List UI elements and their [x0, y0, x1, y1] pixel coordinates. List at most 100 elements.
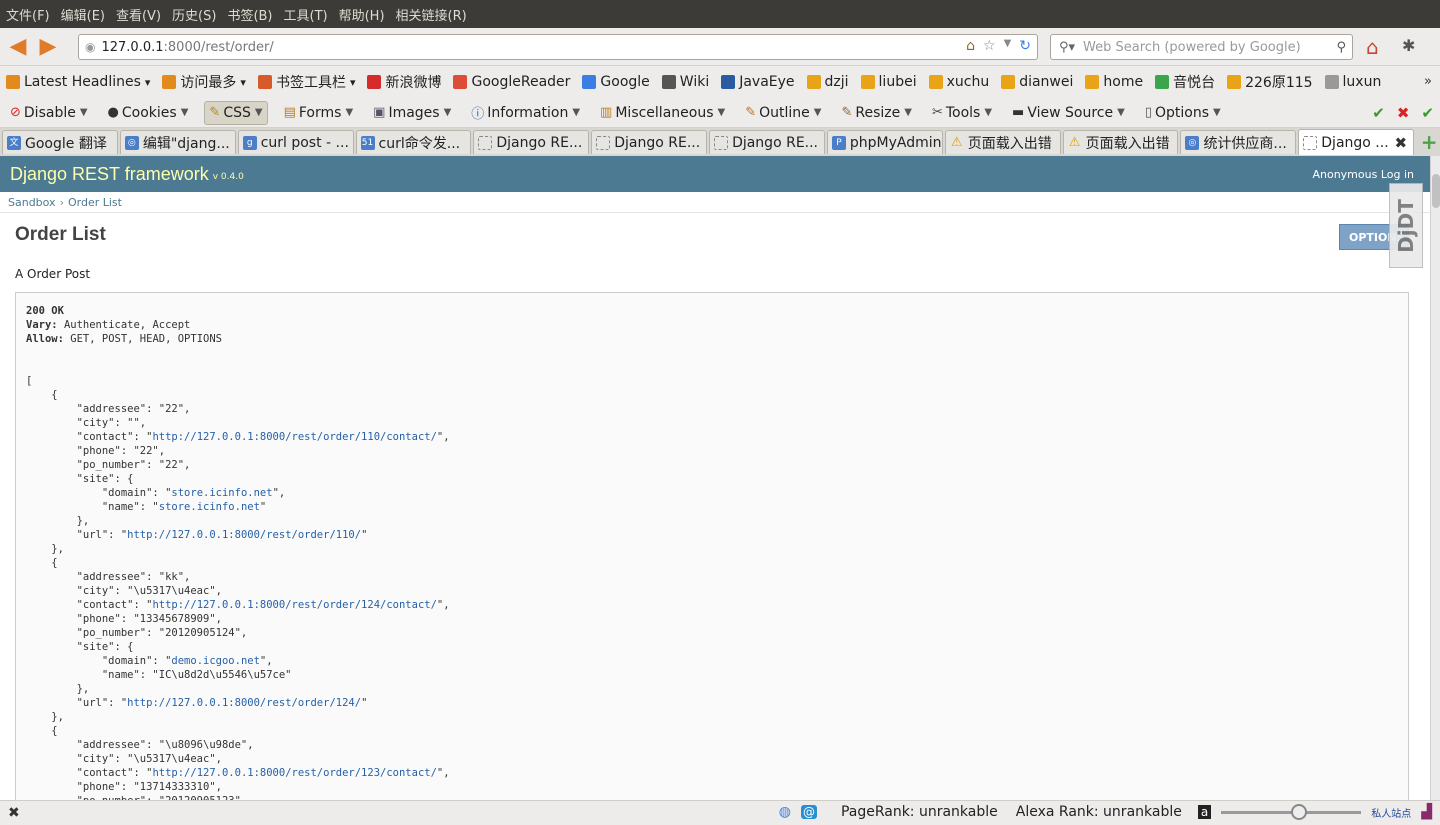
bookmark-item[interactable]: luxun: [1324, 74, 1381, 90]
devtool-menu-forms[interactable]: ▤ Forms ▼: [280, 102, 358, 124]
devtool-menu-images[interactable]: ▣ Images ▼: [369, 102, 455, 124]
alexa-rank-text[interactable]: Alexa Rank: unrankable: [1016, 804, 1182, 820]
login-link[interactable]: Anonymous Log in: [1312, 168, 1414, 181]
bookmark-item[interactable]: Google: [582, 74, 650, 90]
bookmark-item[interactable]: JavaEye: [721, 74, 795, 90]
close-findbar-icon[interactable]: ✖: [8, 805, 20, 821]
menu-item[interactable]: 相关链接(R): [396, 5, 467, 24]
page-title: Order List: [15, 224, 106, 245]
breadcrumb-sandbox[interactable]: Sandbox: [8, 196, 56, 209]
close-tab-icon[interactable]: ✖: [1395, 134, 1408, 152]
browser-tab[interactable]: Django ... ✖: [1298, 129, 1415, 155]
devtool-menu-options[interactable]: ▯ Options ▼: [1141, 102, 1225, 124]
back-arrow-icon[interactable]: ◀: [6, 34, 30, 59]
browser-tab[interactable]: Django RE...: [709, 130, 825, 154]
bookmark-item[interactable]: home: [1085, 74, 1143, 90]
zoom-slider[interactable]: [1221, 803, 1362, 820]
bookmark-item[interactable]: 书签工具栏 ▾: [257, 72, 355, 92]
bookmark-item[interactable]: dzji: [806, 74, 849, 90]
json-link[interactable]: http://127.0.0.1:8000/rest/order/124/con…: [152, 599, 436, 611]
bookmark-item[interactable]: 新浪微博: [367, 72, 441, 92]
json-link[interactable]: http://127.0.0.1:8000/rest/order/123/con…: [152, 767, 436, 779]
menu-item[interactable]: 编辑(E): [61, 5, 105, 24]
browser-tab[interactable]: ◎ 编辑"djang...: [119, 130, 236, 154]
json-link[interactable]: http://127.0.0.1:8000/rest/order/110/: [127, 529, 361, 541]
browser-tab[interactable]: PphpMyAdmin: [826, 130, 943, 154]
extension-icon[interactable]: ▟: [1421, 804, 1432, 820]
firebug-icon[interactable]: ✱: [1402, 36, 1415, 55]
search-go-icon[interactable]: ⚲: [1336, 40, 1346, 55]
blank-page-icon: [478, 135, 493, 150]
devtool-menu-information[interactable]: ⓘ Information ▼: [467, 100, 584, 125]
menu-item[interactable]: 工具(T): [284, 5, 328, 24]
devtool-menu-tools[interactable]: ✂ Tools ▼: [928, 102, 996, 124]
bookmark-item[interactable]: xuchu: [928, 74, 989, 90]
scrollbar-thumb[interactable]: [1432, 174, 1440, 208]
zoom-slider-knob[interactable]: [1291, 803, 1308, 820]
devtool-menu-cookies[interactable]: ● Cookies ▼: [104, 102, 193, 124]
devtool-menu-resize[interactable]: ✎ Resize ▼: [837, 102, 915, 124]
url-dropdown-icon[interactable]: ▼: [1004, 38, 1012, 54]
devtool-menu-miscellaneous[interactable]: ▥ Miscellaneous ▼: [596, 102, 729, 124]
bookmark-item[interactable]: Latest Headlines ▾: [6, 74, 150, 90]
alexa-icon[interactable]: a: [1197, 805, 1212, 819]
bookmark-item[interactable]: 音悦台: [1155, 72, 1215, 92]
browser-tab[interactable]: ◎ 统计供应商...: [1180, 130, 1297, 154]
bookmark-item[interactable]: 访问最多 ▾: [162, 72, 246, 92]
globe-icon[interactable]: ◍: [779, 804, 791, 820]
chevron-down-icon: ▼: [813, 107, 822, 118]
reload-icon[interactable]: ↻: [1019, 38, 1031, 54]
json-link[interactable]: http://127.0.0.1:8000/rest/order/124/: [127, 697, 361, 709]
json-link[interactable]: demo.icgoo.net: [171, 655, 260, 667]
browser-tab[interactable]: Django RE...: [473, 130, 590, 154]
url-field[interactable]: ◉ 127.0.0.1:8000/rest/order/ ⌂ ☆ ▼ ↻: [78, 34, 1038, 60]
django-debug-toolbar-handle[interactable]: DjDT: [1389, 183, 1423, 268]
browser-tab[interactable]: g curl post - ...: [237, 130, 354, 154]
bookmark-item[interactable]: 226原115: [1227, 72, 1313, 92]
menu-item[interactable]: 查看(V): [116, 5, 161, 24]
home-icon[interactable]: ⌂: [1366, 35, 1379, 59]
bookmark-item[interactable]: GoogleReader: [453, 74, 570, 90]
vertical-scrollbar[interactable]: [1430, 156, 1440, 800]
star-bookmark-icon[interactable]: ☆: [983, 38, 996, 54]
privacy-site-label[interactable]: 私人站点: [1371, 805, 1411, 820]
browser-tab[interactable]: ⚠ 页面载入出错: [944, 130, 1061, 154]
search-engine-icon[interactable]: ⚲▾: [1059, 40, 1075, 55]
menu-item[interactable]: 文件(F): [6, 5, 50, 24]
json-link[interactable]: store.icinfo.net: [159, 501, 260, 513]
devtool-menu-view-source[interactable]: ▬ View Source ▼: [1008, 102, 1129, 124]
devtool-label: Forms: [298, 104, 342, 121]
json-link[interactable]: store.icinfo.net: [171, 487, 272, 499]
home-bookmark-icon[interactable]: ⌂: [966, 38, 975, 54]
menu-item[interactable]: 帮助(H): [339, 5, 385, 24]
bookmark-label: GoogleReader: [471, 74, 571, 90]
devtool-menu-css[interactable]: ✎ CSS ▼: [204, 100, 268, 125]
breadcrumb-order-list[interactable]: Order List: [68, 196, 122, 209]
menu-item[interactable]: 历史(S): [172, 5, 216, 24]
css-valid-check-icon[interactable]: ✔: [1372, 104, 1385, 122]
bookmark-item[interactable]: liubei: [860, 74, 917, 90]
bookmarks-overflow-chevron-icon[interactable]: »: [1424, 74, 1432, 89]
menu-item[interactable]: 书签(B): [227, 5, 272, 24]
browser-tab[interactable]: 文 Google 翻译: [2, 130, 118, 154]
new-tab-plus-icon[interactable]: +: [1418, 130, 1440, 154]
devtool-menu-disable[interactable]: ⊘ Disable ▼: [6, 102, 92, 124]
devtool-menu-outline[interactable]: ✎ Outline ▼: [741, 102, 825, 124]
forward-arrow-icon[interactable]: ▶: [36, 34, 60, 59]
bookmark-item[interactable]: dianwei: [1001, 74, 1073, 90]
json-text: {: [26, 725, 58, 737]
tab-label: Django RE...: [496, 134, 583, 151]
at-icon[interactable]: @: [800, 805, 817, 819]
js-error-icon[interactable]: ✖: [1397, 104, 1410, 122]
pagerank-text[interactable]: PageRank: unrankable: [841, 804, 998, 820]
html-valid-check-icon[interactable]: ✔: [1421, 104, 1434, 122]
search-field[interactable]: ⚲▾ Web Search (powered by Google) ⚲: [1050, 34, 1353, 60]
site-identity-icon[interactable]: ◉: [85, 40, 95, 54]
browser-tab[interactable]: ⚠ 页面载入出错: [1062, 130, 1179, 154]
drf-brand[interactable]: Django REST framework: [10, 164, 209, 185]
browser-tab[interactable]: Django RE...: [591, 130, 708, 154]
json-link[interactable]: http://127.0.0.1:8000/rest/order/110/con…: [152, 431, 436, 443]
bookmark-item[interactable]: Wiki: [661, 74, 709, 90]
browser-tab[interactable]: 51 curl命令发...: [355, 130, 472, 154]
bookmark-label: 书签工具栏: [275, 75, 346, 91]
